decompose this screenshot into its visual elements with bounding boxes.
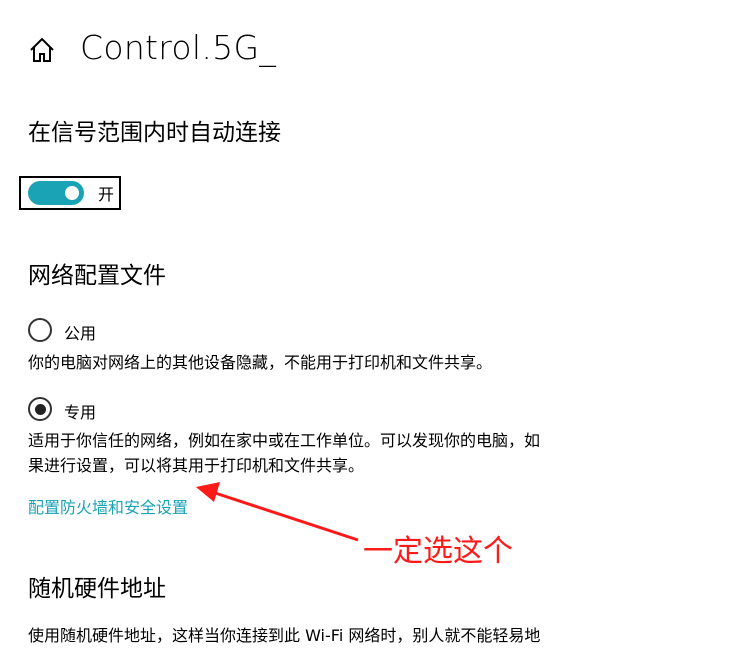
annotation-arrow	[196, 482, 359, 542]
toggle-state-label: 开	[98, 185, 115, 204]
random-hw-description: 使用随机硬件地址，这样当你连接到此 Wi-Fi 网络时，别人就不能轻易地	[28, 626, 541, 645]
firewall-settings-link[interactable]: 配置防火墙和安全设置	[28, 494, 188, 518]
radio-private[interactable]	[28, 397, 52, 421]
home-icon[interactable]	[28, 36, 56, 64]
network-profile-heading: 网络配置文件	[28, 263, 166, 289]
radio-private-label[interactable]: 专用	[64, 399, 96, 423]
private-description-line1: 适用于你信任的网络，例如在家中或在工作单位。可以发现你的电脑，如	[28, 431, 541, 450]
auto-connect-heading: 在信号范围内时自动连接	[28, 120, 281, 146]
annotation-text: 一定选这个	[363, 534, 513, 569]
radio-public[interactable]	[28, 318, 52, 342]
public-description: 你的电脑对网络上的其他设备隐藏，不能用于打印机和文件共享。	[28, 353, 493, 372]
random-hw-heading: 随机硬件地址	[28, 576, 166, 602]
private-description-line2: 果进行设置，可以将其用于打印机和文件共享。	[28, 456, 365, 475]
radio-public-label[interactable]: 公用	[64, 320, 96, 344]
radio-selected-dot	[34, 403, 46, 415]
auto-connect-toggle[interactable]: 开	[19, 176, 121, 210]
page-title: Control.5G_	[80, 28, 277, 67]
toggle-switch[interactable]	[28, 181, 84, 205]
toggle-knob	[65, 186, 79, 200]
